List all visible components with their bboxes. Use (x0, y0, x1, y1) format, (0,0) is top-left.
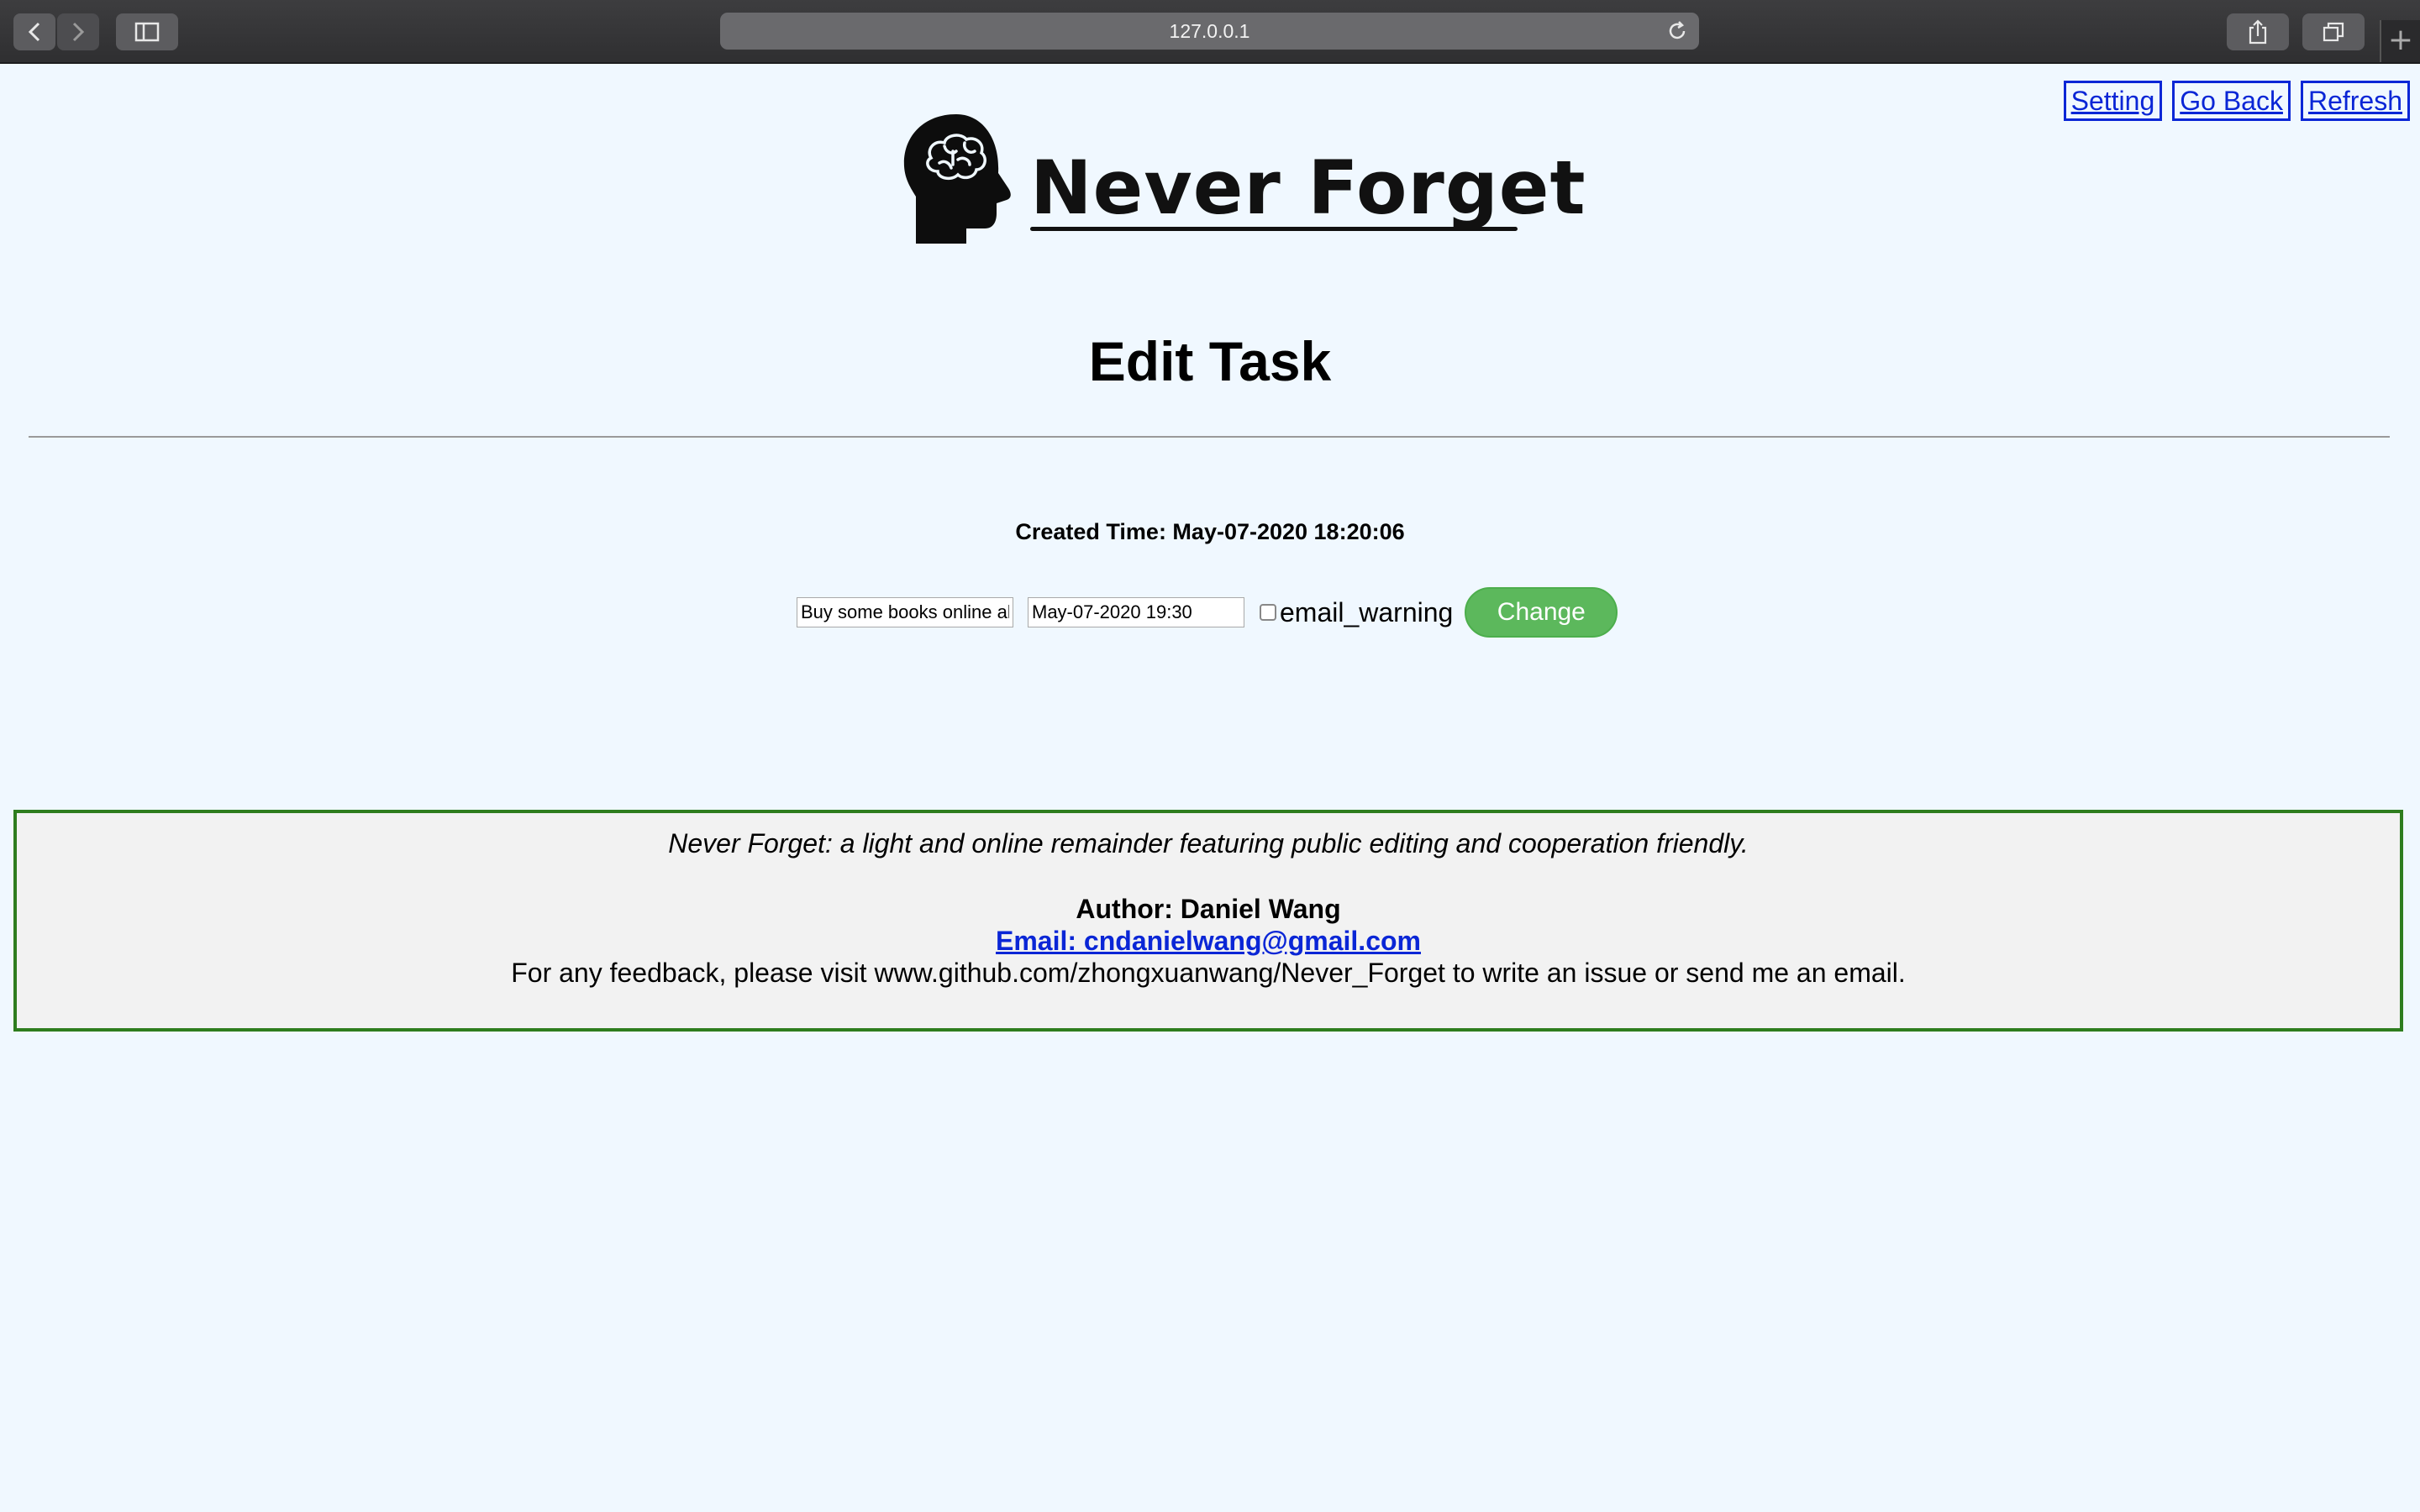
share-button[interactable] (2227, 13, 2289, 50)
task-input[interactable] (797, 597, 1013, 627)
refresh-button[interactable]: Refresh (2300, 81, 2410, 121)
logo: Never Forget (897, 109, 1586, 244)
tabs-icon (2323, 22, 2344, 42)
brain-head-icon (903, 114, 1011, 244)
go-back-button[interactable]: Go Back (2172, 81, 2291, 121)
url-text: 127.0.0.1 (1169, 19, 1250, 42)
sidebar-button[interactable] (116, 13, 178, 50)
plus-icon: + (2387, 23, 2414, 57)
back-icon (28, 22, 40, 42)
divider (29, 436, 2390, 438)
forward-icon (72, 22, 85, 42)
created-time: Created Time: May-07-2020 18:20:06 (1015, 519, 1405, 544)
footer-email: Email: cndanielwang@gmail.com (17, 926, 2400, 957)
time-input[interactable] (1028, 597, 1244, 627)
logo-text: Never Forget (1030, 144, 1586, 231)
page-title: Edit Task (1088, 330, 1332, 392)
setting-button[interactable]: Setting (2063, 81, 2163, 121)
logo-underline (1030, 227, 1518, 231)
reload-icon[interactable] (1665, 19, 1689, 43)
new-tab-button[interactable]: + (2380, 20, 2420, 62)
back-button[interactable] (13, 13, 55, 50)
tabs-button[interactable] (2302, 13, 2365, 50)
footer-tagline: Never Forget: a light and online remaind… (668, 828, 1749, 858)
footer: Never Forget: a light and online remaind… (13, 810, 2403, 1032)
email-warning-label: email_warning (1280, 596, 1454, 627)
footer-feedback: For any feedback, please visit www.githu… (511, 958, 1906, 988)
address-bar[interactable]: 127.0.0.1 (720, 13, 1699, 50)
edit-task-form: email_warning Change (797, 586, 1618, 638)
browser-toolbar: 127.0.0.1 + (0, 0, 2420, 64)
email-link[interactable]: Email: cndanielwang@gmail.com (996, 926, 1421, 956)
forward-button[interactable] (57, 13, 99, 50)
footer-author: Author: Daniel Wang (1076, 894, 1341, 924)
share-icon (2249, 19, 2267, 45)
sidebar-icon (134, 22, 160, 42)
email-warning-checkbox[interactable] (1260, 604, 1276, 621)
change-button[interactable]: Change (1465, 587, 1618, 638)
top-nav: Setting Go Back Refresh (2063, 81, 2410, 121)
